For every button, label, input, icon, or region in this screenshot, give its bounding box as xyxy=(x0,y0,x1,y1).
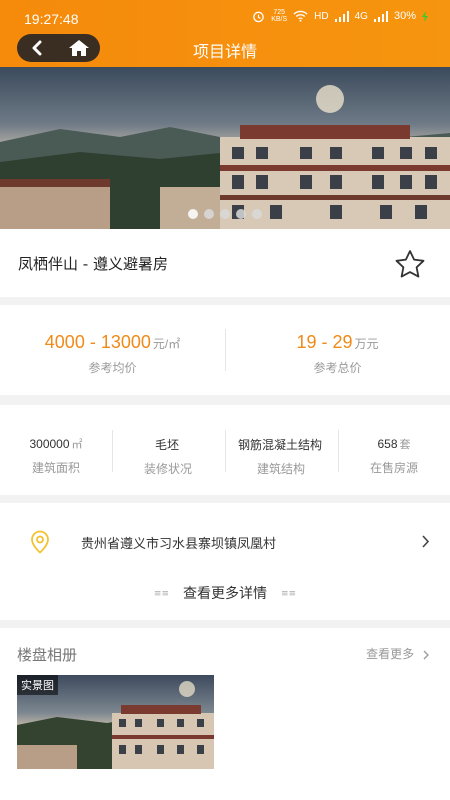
app-header: 19:27:48 725 KB/S HD 4G 30% 项目详情 xyxy=(0,0,450,67)
decor-lines-icon: ≡≡ xyxy=(153,589,169,599)
album-card: 楼盘相册 查看更多 实景图 xyxy=(0,628,450,800)
carousel-dot[interactable] xyxy=(236,209,246,219)
alarm-icon xyxy=(253,11,265,22)
stat-value-row: 658 套 xyxy=(338,436,450,452)
hero-photo xyxy=(0,85,450,229)
total-price: 19 - 29 万元 参考总价 xyxy=(225,305,450,395)
stat-label: 建筑面积 xyxy=(31,461,80,475)
carousel-dot[interactable] xyxy=(204,209,214,219)
chevron-right-icon xyxy=(423,650,429,659)
net-speed-unit: KB/S xyxy=(271,16,288,23)
album-title: 楼盘相册 xyxy=(17,646,78,664)
stat-label: 建筑结构 xyxy=(256,462,305,476)
stat-decoration: 毛坯 装修状况 xyxy=(112,405,224,495)
album-photo[interactable]: 实景图 xyxy=(17,675,214,769)
network-type: 4G xyxy=(354,10,368,22)
avg-price-value-row: 4000 - 13000 元/㎡ xyxy=(0,332,225,353)
album-more-link[interactable]: 查看更多 xyxy=(366,645,430,662)
address-text: 贵州省遵义市习水县寨坝镇凤凰村 xyxy=(81,537,277,552)
avg-price-unit: 元/㎡ xyxy=(152,337,181,351)
stat-value: 300000 xyxy=(29,437,70,451)
carousel-dot[interactable] xyxy=(220,209,230,219)
carousel-dots xyxy=(0,209,450,219)
battery-level: 30% xyxy=(393,10,416,22)
star-icon xyxy=(395,250,425,278)
more-details-button[interactable]: ≡≡ 查看更多详情 ≡≡ xyxy=(0,583,450,603)
stat-value-row: 钢筋混凝土结构 xyxy=(225,436,337,453)
stat-building-area: 300000 ㎡ 建筑面积 xyxy=(0,405,112,495)
photo-type-badge: 实景图 xyxy=(17,675,58,695)
stat-label: 在售房源 xyxy=(369,461,418,475)
status-bar: 19:27:48 725 KB/S HD 4G 30% xyxy=(0,0,450,32)
wifi-icon xyxy=(293,10,308,22)
signal-icon xyxy=(334,10,349,22)
stat-unit: 套 xyxy=(399,439,411,451)
album-more-label: 查看更多 xyxy=(366,647,415,661)
hd-label: HD xyxy=(314,10,329,22)
total-price-value: 19 - 29 xyxy=(296,332,353,352)
carousel-dot[interactable] xyxy=(188,209,198,219)
project-name: 凤栖伴山 - 遵义避暑房 xyxy=(18,255,168,273)
stat-value-row: 300000 ㎡ xyxy=(0,436,112,452)
net-speed-value: 725 xyxy=(273,9,286,16)
price-card: 4000 - 13000 元/㎡ 参考均价 19 - 29 万元 参考总价 xyxy=(0,305,450,395)
favorite-button[interactable] xyxy=(394,249,426,283)
total-price-value-row: 19 - 29 万元 xyxy=(225,332,450,353)
stat-value: 钢筋混凝土结构 xyxy=(237,438,322,452)
avg-price-value: 4000 - 13000 xyxy=(44,332,151,352)
address-card: 贵州省遵义市习水县寨坝镇凤凰村 ≡≡ 查看更多详情 ≡≡ xyxy=(0,503,450,620)
stat-unit: ㎡ xyxy=(71,439,83,451)
carousel-dot[interactable] xyxy=(252,209,262,219)
stat-units-on-sale: 658 套 在售房源 xyxy=(338,405,450,495)
stat-structure: 钢筋混凝土结构 建筑结构 xyxy=(225,405,337,495)
net-speed: 725 KB/S xyxy=(271,9,287,23)
total-price-unit: 万元 xyxy=(354,337,379,351)
stat-label: 装修状况 xyxy=(143,462,192,476)
stat-value: 毛坯 xyxy=(154,438,179,452)
status-icons: 725 KB/S HD 4G 30% xyxy=(252,9,428,23)
decor-lines-icon: ≡≡ xyxy=(281,589,297,599)
avg-price: 4000 - 13000 元/㎡ 参考均价 xyxy=(0,305,225,395)
location-pin-icon xyxy=(31,530,49,554)
avg-price-label: 参考均价 xyxy=(88,361,137,375)
chevron-right-icon xyxy=(422,535,430,548)
address-row[interactable]: 贵州省遵义市习水县寨坝镇凤凰村 xyxy=(0,513,450,568)
stats-card: 300000 ㎡ 建筑面积 毛坯 装修状况 钢筋混凝土结构 建筑结构 658 套 在… xyxy=(0,405,450,495)
hero-carousel[interactable] xyxy=(0,67,450,229)
total-price-label: 参考总价 xyxy=(313,361,362,375)
stat-value-row: 毛坯 xyxy=(112,436,224,453)
signal-icon-2 xyxy=(373,10,388,22)
stat-value: 658 xyxy=(377,437,398,451)
battery-charging-icon xyxy=(422,10,428,22)
page-title: 项目详情 xyxy=(192,42,257,61)
more-details-label: 查看更多详情 xyxy=(183,586,267,602)
project-title-card: 凤栖伴山 - 遵义避暑房 xyxy=(0,229,450,297)
status-time: 19:27:48 xyxy=(24,11,79,27)
